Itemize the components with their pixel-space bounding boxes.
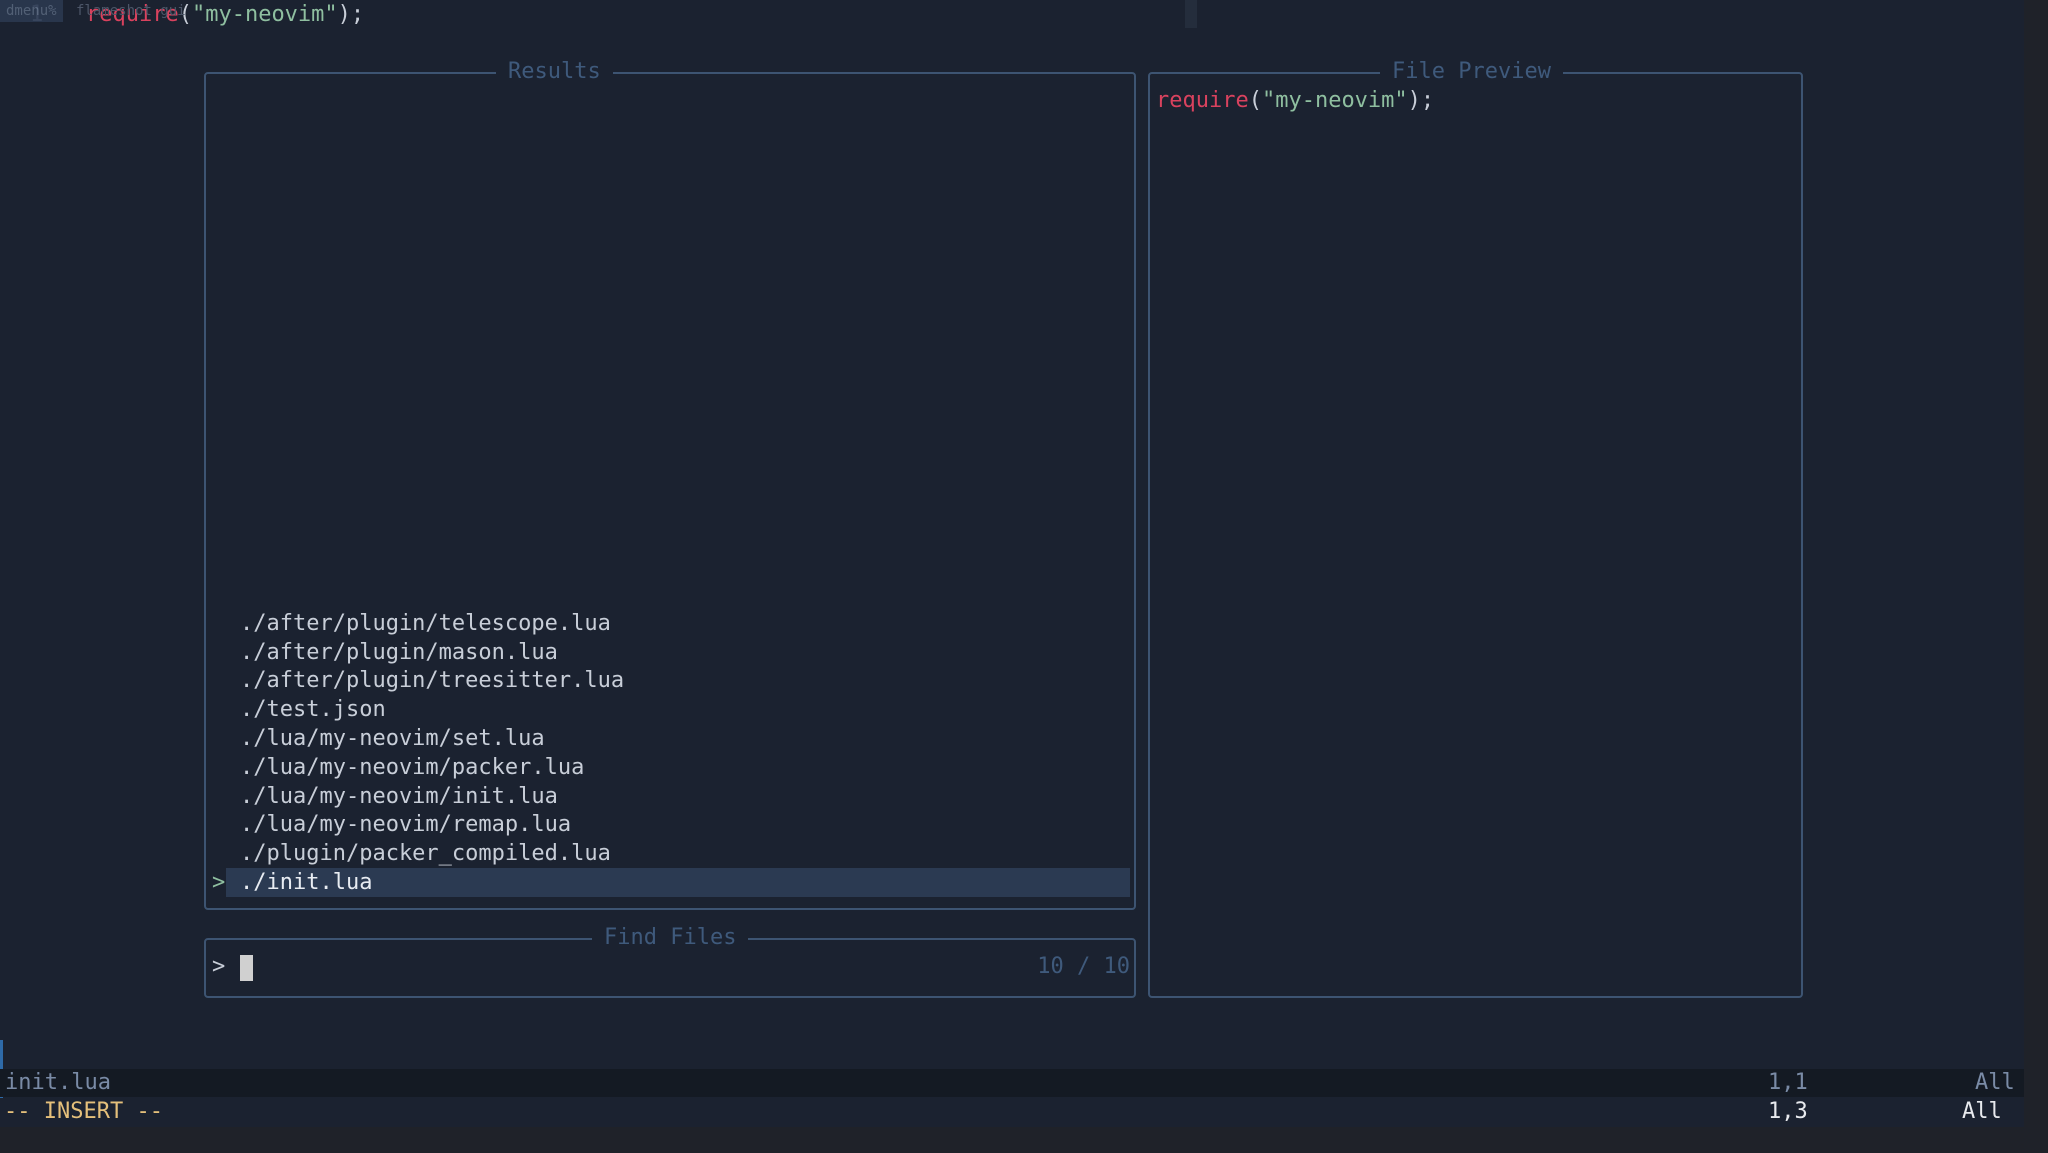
result-count: 10 / 10 — [1037, 954, 1130, 979]
result-item[interactable]: ./lua/my-neovim/packer.lua — [240, 753, 584, 782]
file-preview-panel: File Preview require("my-neovim"); — [1148, 72, 1803, 998]
code-close: ); — [1408, 88, 1435, 113]
result-item[interactable]: ./lua/my-neovim/remap.lua — [240, 810, 571, 839]
preview-code: require("my-neovim"); — [1156, 88, 1434, 113]
status-position: 1,1 — [1768, 1069, 1808, 1097]
result-item[interactable]: ./init.lua — [240, 868, 372, 897]
status-filename: init.lua — [5, 1069, 111, 1097]
code-string: "my-neovim" — [192, 2, 338, 27]
results-title: Results — [496, 58, 613, 86]
window-edge — [2024, 0, 2048, 1127]
bottom-bar — [0, 1127, 2048, 1153]
result-item[interactable]: ./test.json — [240, 695, 386, 724]
prompt-title: Find Files — [592, 924, 748, 952]
dmenu-prompt[interactable]: dmenu% — [0, 0, 63, 22]
ruler-position: 1,3 — [1768, 1098, 1808, 1126]
editor-line-1[interactable]: 1 require("my-neovim"); — [0, 0, 2024, 26]
status-scroll: All — [1975, 1069, 2015, 1097]
result-item[interactable]: ./lua/my-neovim/init.lua — [240, 782, 558, 811]
code-close: ); — [338, 2, 365, 27]
mode-indicator: -- INSERT -- — [4, 1098, 163, 1126]
statusline: init.lua 1,1 All — [0, 1069, 2024, 1097]
prompt-cursor — [240, 955, 253, 981]
editor-cursor — [1185, 0, 1197, 28]
result-item[interactable]: ./after/plugin/telescope.lua — [240, 609, 611, 638]
results-panel: Results ./after/plugin/telescope.lua./af… — [204, 72, 1136, 910]
dmenu-input[interactable]: flameshot gui — [76, 0, 186, 22]
result-item[interactable]: ./after/plugin/treesitter.lua — [240, 666, 624, 695]
preview-title: File Preview — [1380, 58, 1563, 86]
result-item[interactable]: ./lua/my-neovim/set.lua — [240, 724, 545, 753]
prompt-prefix: > — [212, 954, 225, 979]
code-function: require — [1156, 88, 1249, 113]
selection-caret-icon: > — [212, 868, 225, 897]
result-item[interactable]: ./plugin/packer_compiled.lua — [240, 839, 611, 868]
code-string: "my-neovim" — [1262, 88, 1408, 113]
command-line: -- INSERT -- 1,3 All — [0, 1098, 2024, 1126]
code-paren: ( — [1249, 88, 1262, 113]
ruler-scroll: All — [1962, 1098, 2002, 1126]
find-files-prompt[interactable]: Find Files > 10 / 10 — [204, 938, 1136, 998]
result-item[interactable]: ./after/plugin/mason.lua — [240, 638, 558, 667]
